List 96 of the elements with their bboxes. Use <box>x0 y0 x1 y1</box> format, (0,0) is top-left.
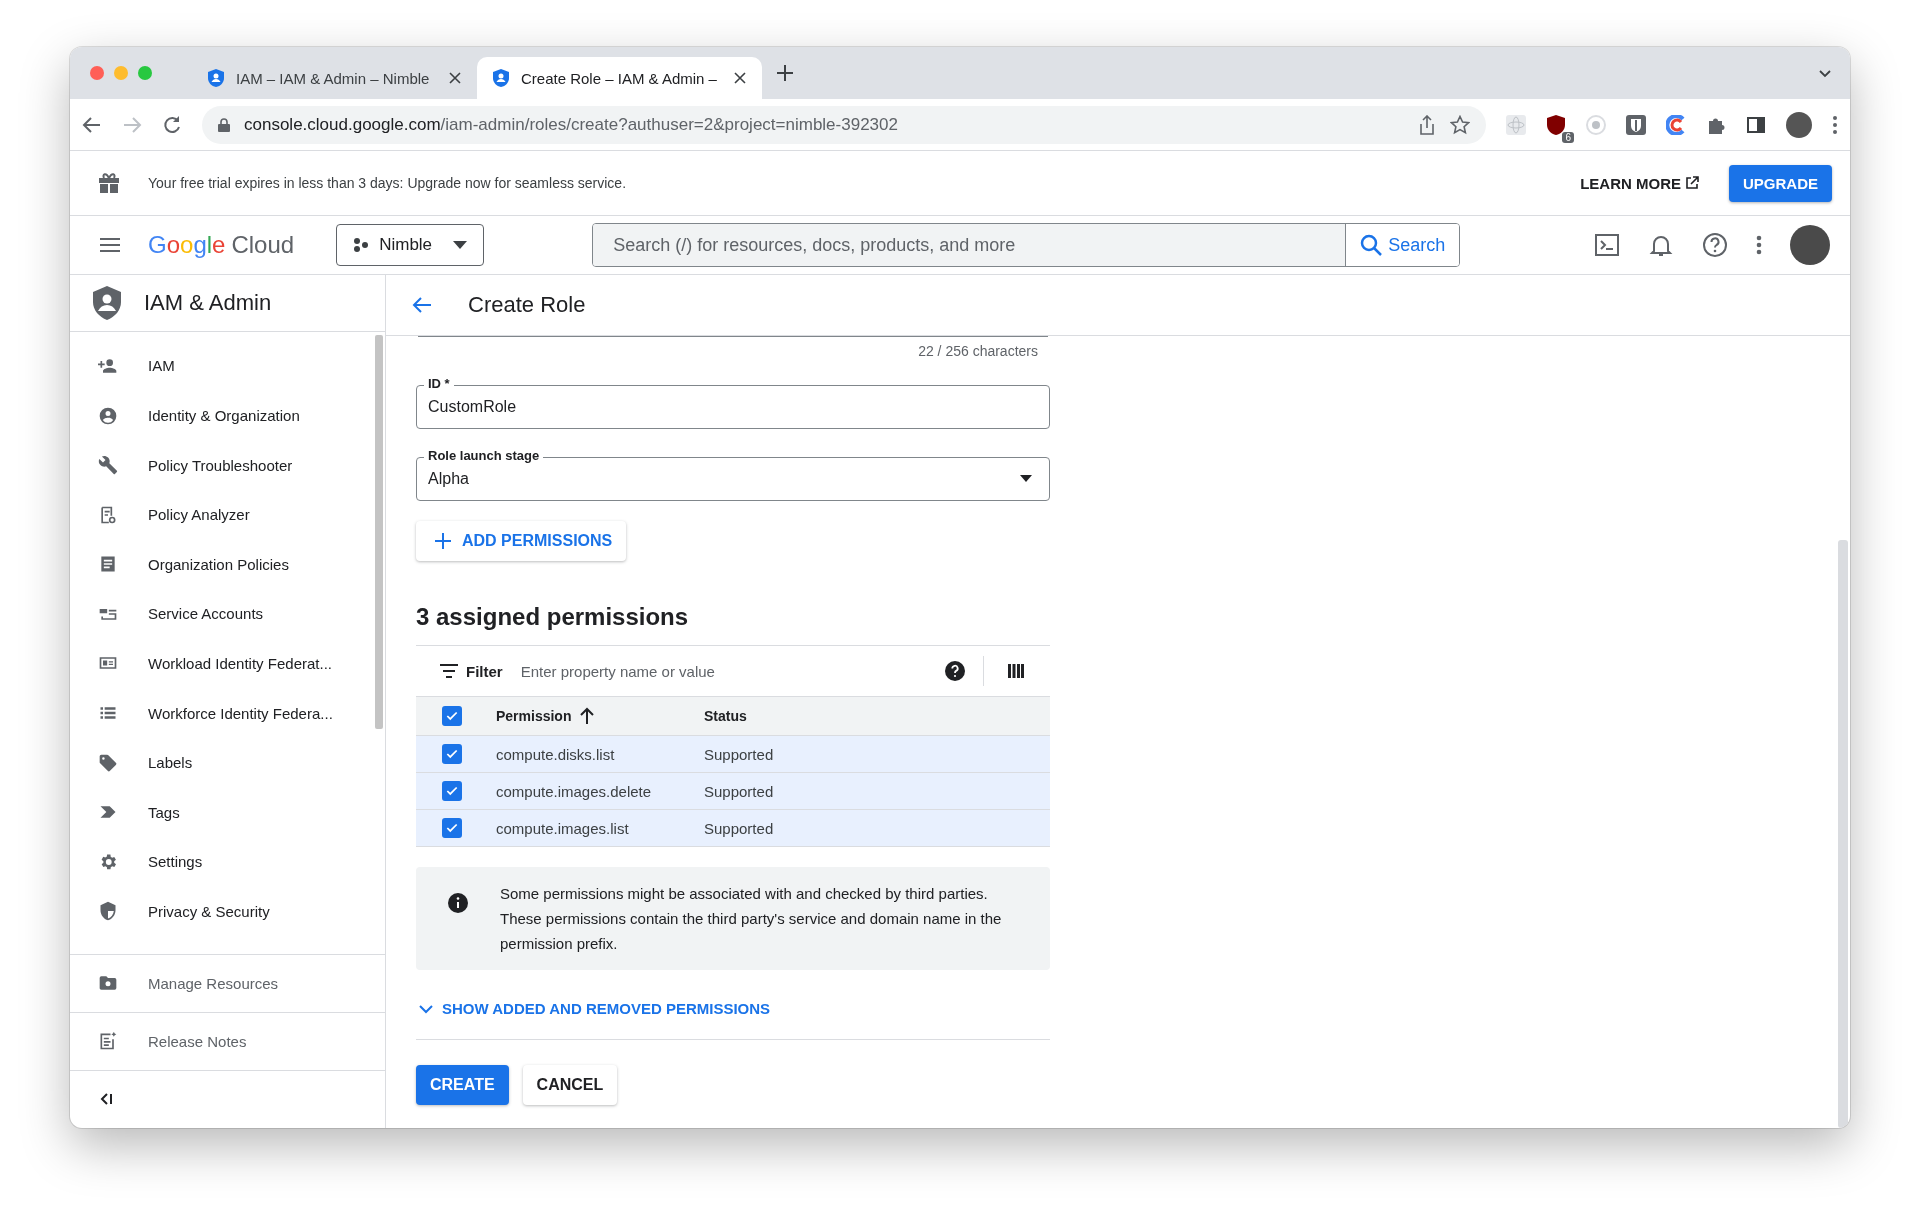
learn-more-link[interactable]: LEARN MORE <box>1574 173 1705 193</box>
browser-tab[interactable]: IAM – IAM & Admin – Nimble <box>192 57 477 99</box>
character-count: 22 / 256 characters <box>917 343 1038 359</box>
more-icon[interactable] <box>1832 114 1838 135</box>
more-icon[interactable] <box>1756 234 1762 256</box>
url-text: console.cloud.google.com/iam-admin/roles/create?authuser=2&project=nimble-392302 <box>244 114 898 135</box>
status-cell: Supported <box>704 819 774 837</box>
page-title: Create Role <box>468 292 586 318</box>
account-icon <box>98 405 118 426</box>
check-icon <box>445 747 459 761</box>
gift-icon <box>98 172 120 194</box>
reload-icon[interactable] <box>162 114 182 135</box>
plus-icon <box>434 532 452 550</box>
doc-search-icon <box>98 504 118 525</box>
plus-icon[interactable] <box>776 64 794 82</box>
terminal-icon[interactable] <box>1594 232 1620 258</box>
shield-icon <box>208 69 224 87</box>
shield-icon <box>92 286 122 321</box>
sidebar-item[interactable]: Privacy & Security <box>148 902 270 920</box>
filter-input-field[interactable]: Enter property name or value <box>518 661 945 681</box>
address-bar[interactable]: console.cloud.google.com/iam-admin/roles/create?authuser=2&project=nimble-392302 <box>202 105 1486 144</box>
search-icon <box>1360 234 1383 256</box>
sidebar-item[interactable]: IAM <box>148 357 175 375</box>
info-icon <box>448 893 468 913</box>
permission-cell: compute.images.list <box>496 819 629 837</box>
sidebar-icon[interactable] <box>1746 114 1766 135</box>
sidebar-item[interactable]: Settings <box>148 853 203 871</box>
star-icon[interactable] <box>1450 114 1470 135</box>
filter-label: Filter <box>466 662 503 680</box>
shield-icon <box>98 901 118 922</box>
back-icon[interactable] <box>82 114 102 135</box>
sort-arrow-icon[interactable] <box>579 707 596 725</box>
avatar-icon[interactable] <box>1786 111 1812 138</box>
search-button[interactable]: Search <box>1345 224 1460 266</box>
close-icon[interactable] <box>734 72 746 84</box>
row-checkbox[interactable] <box>442 781 462 801</box>
browser-tab[interactable]: Create Role – IAM & Admin – <box>477 57 762 99</box>
trial-message: Your free trial expires in less than 3 days: Upgrade now for seamless service. <box>148 175 628 191</box>
status-cell: Supported <box>704 745 774 763</box>
sidebar-item[interactable]: Tags <box>148 803 180 821</box>
scrollbar[interactable] <box>375 335 383 730</box>
google-cloud-logo[interactable]: Google Cloud <box>148 231 295 259</box>
permission-cell: compute.images.delete <box>496 782 652 800</box>
share-icon[interactable] <box>1418 114 1436 135</box>
doc-icon <box>98 554 118 575</box>
check-icon <box>445 709 459 723</box>
sidebar-item[interactable]: Service Accounts <box>148 605 264 623</box>
info-text: Some permissions might be associated with and checked by third parties. These permissions contain the third party's service and domain name in the permission prefix. <box>500 884 1003 954</box>
extension-badge: 6 <box>1562 131 1574 143</box>
shield-icon <box>493 69 509 87</box>
columns-icon[interactable] <box>1008 663 1024 679</box>
sidebar-item[interactable]: Policy Analyzer <box>148 506 250 524</box>
add-permissions-button[interactable]: ADD PERMISSIONS <box>416 521 627 561</box>
notes-icon <box>98 1031 118 1052</box>
caret-icon <box>1020 475 1032 483</box>
sidebar-item[interactable]: Workforce Identity Federa... <box>148 704 333 722</box>
cancel-button[interactable]: CANCEL <box>522 1065 618 1105</box>
help-icon[interactable] <box>945 661 965 681</box>
sidebar-item[interactable]: Identity & Organization <box>148 407 300 424</box>
sidebar-item[interactable]: Labels <box>148 754 193 772</box>
shield-icon[interactable] <box>1546 114 1566 135</box>
show-permissions-toggle[interactable]: SHOW ADDED AND REMOVED PERMISSIONS <box>416 1000 771 1017</box>
sidebar-item[interactable]: Organization Policies <box>148 555 289 573</box>
tag-icon <box>98 752 118 773</box>
sidebar-item[interactable]: Manage Resources <box>148 974 279 992</box>
check-icon <box>445 784 459 798</box>
section-heading: 3 assigned permissions <box>416 603 690 631</box>
shield-icon[interactable] <box>1626 114 1646 135</box>
sidebar-item[interactable]: Workload Identity Federat... <box>148 655 332 672</box>
project-picker[interactable]: Nimble <box>336 224 485 266</box>
permission-cell: compute.disks.list <box>496 745 615 763</box>
close-icon[interactable] <box>449 72 461 84</box>
help-icon[interactable] <box>1702 232 1728 258</box>
sidebar-item[interactable]: Release Notes <box>148 1032 247 1050</box>
search-field[interactable]: Search (/) for resources, docs, products, and more Search <box>592 223 1461 267</box>
check-icon <box>445 821 459 835</box>
filter-icon <box>440 664 458 678</box>
scrollbar[interactable] <box>1838 540 1848 1128</box>
wrench-icon <box>98 455 118 476</box>
avatar-icon[interactable] <box>1790 225 1830 265</box>
lock-icon <box>218 117 230 132</box>
create-button[interactable]: CREATE <box>416 1065 509 1105</box>
row-checkbox[interactable] <box>442 818 462 838</box>
chevron-down-icon <box>418 1002 434 1015</box>
c-logo-icon[interactable] <box>1666 114 1686 135</box>
external-link-icon <box>1685 176 1699 190</box>
row-checkbox[interactable] <box>442 744 462 764</box>
caret-icon <box>453 241 468 249</box>
column-header[interactable]: Permission <box>496 708 572 724</box>
dots-icon <box>353 237 370 253</box>
sidebar-title: IAM & Admin <box>144 290 272 317</box>
select-all-checkbox[interactable] <box>442 706 462 726</box>
sidebar-item[interactable]: Policy Troubleshooter <box>148 456 293 474</box>
upgrade-button[interactable]: UPGRADE <box>1729 164 1832 202</box>
status-cell: Supported <box>704 782 774 800</box>
column-header[interactable]: Status <box>704 708 747 724</box>
